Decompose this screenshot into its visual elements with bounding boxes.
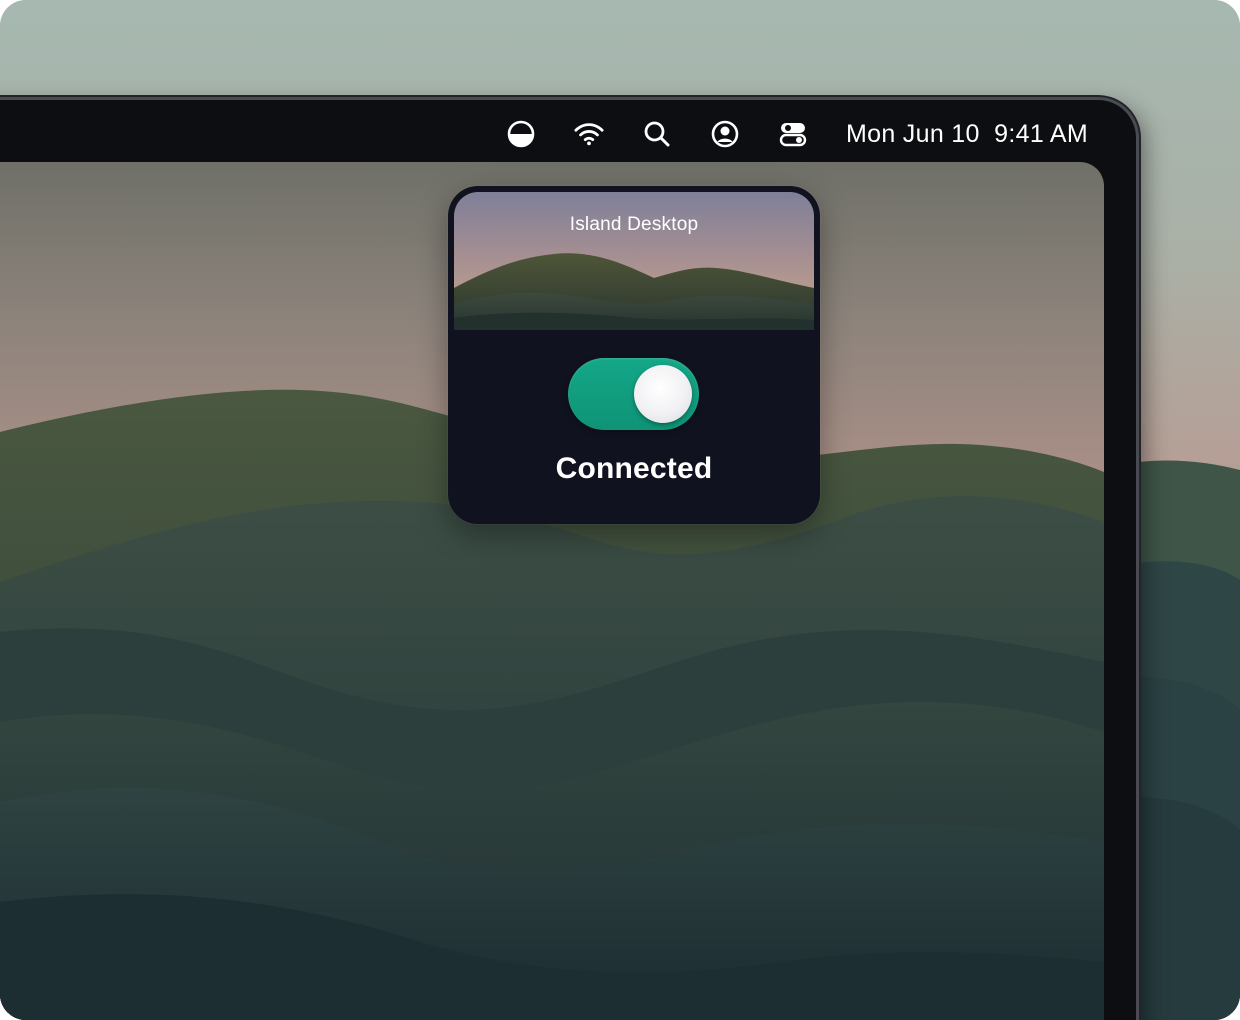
search-icon[interactable] <box>642 119 672 149</box>
menu-clock[interactable]: Mon Jun 10 9:41 AM <box>846 120 1088 149</box>
desktop-preview[interactable]: Island Desktop <box>454 192 814 330</box>
appearance-icon[interactable] <box>506 119 536 149</box>
island-desktop-popover: Island Desktop Connected <box>448 186 820 524</box>
screenshot-stage: Mon Jun 10 9:41 AM Island Desktop Connec… <box>0 0 1240 1020</box>
wifi-icon[interactable] <box>574 119 604 149</box>
toggle-knob <box>634 365 692 423</box>
user-icon[interactable] <box>710 119 740 149</box>
island-title: Island Desktop <box>569 214 699 235</box>
control-center-icon[interactable] <box>778 119 808 149</box>
status-icons <box>506 119 808 149</box>
connection-toggle[interactable] <box>568 358 699 430</box>
menu-time-text: 9:41 AM <box>994 119 1088 148</box>
connection-status: Connected <box>555 452 713 485</box>
menu-bar: Mon Jun 10 9:41 AM <box>0 106 1120 162</box>
menu-date-text: Mon Jun 10 <box>846 119 980 148</box>
